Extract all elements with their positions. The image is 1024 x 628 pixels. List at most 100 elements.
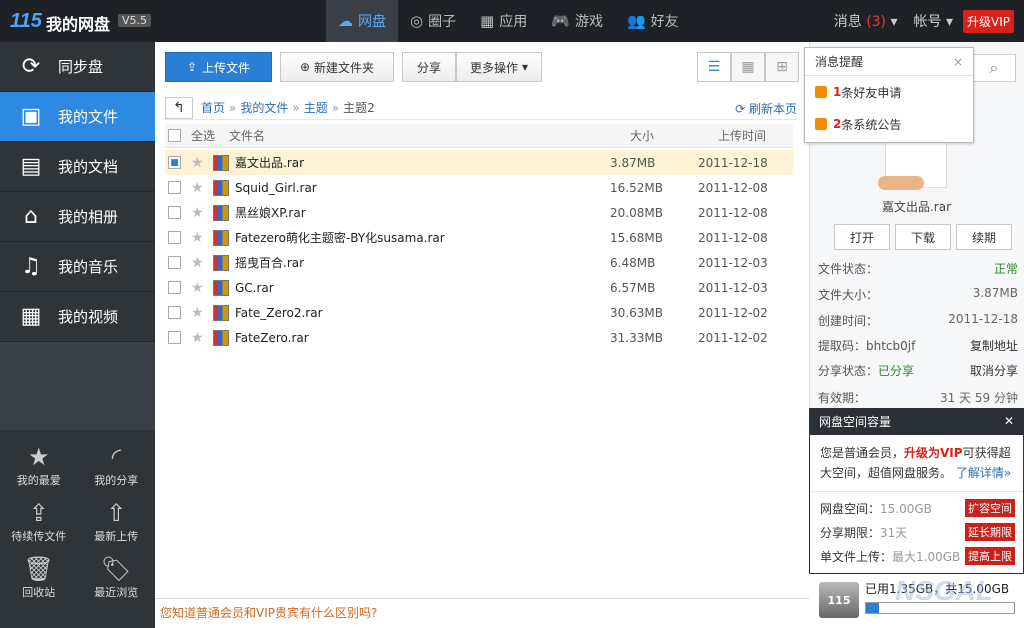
popup-item-system[interactable]: 2 条系统公告	[805, 108, 973, 140]
row-checkbox[interactable]	[168, 181, 181, 194]
account-button[interactable]: 帐号 ▾	[914, 11, 953, 31]
expand-space-button[interactable]: 扩容空间	[965, 499, 1015, 517]
table-row[interactable]: ★ Fate_Zero2.rar 30.63MB 2011-12-02	[165, 300, 793, 325]
nav-apps[interactable]: ▦ 应用	[468, 0, 539, 42]
table-row[interactable]: ★ FateZero.rar 31.33MB 2011-12-02	[165, 325, 793, 350]
file-name[interactable]: 黑丝娘XP.rar	[235, 204, 610, 221]
share-button[interactable]: 分享	[402, 52, 456, 82]
rar-file-icon	[213, 154, 229, 171]
star-icon[interactable]: ★	[191, 155, 209, 171]
grid-view-icon[interactable]: ▦	[731, 52, 765, 82]
column-header-name[interactable]: 文件名	[225, 127, 630, 144]
tool-my-share[interactable]: ◜ 我的分享	[78, 442, 156, 488]
tool-recycle-bin[interactable]: 🗑 回收站	[0, 554, 78, 600]
sidebar-item-photos[interactable]: ⌂ 我的相册	[0, 192, 155, 242]
nav-friends[interactable]: 👥 好友	[615, 0, 691, 42]
column-header-date[interactable]: 上传时间	[718, 127, 766, 144]
file-name[interactable]: Squid_Girl.rar	[235, 181, 610, 195]
sidebar-item-sync[interactable]: ⟳ 同步盘	[0, 42, 155, 92]
star-icon[interactable]: ★	[191, 330, 209, 346]
sidebar-item-files[interactable]: ▣ 我的文件	[0, 92, 155, 142]
chevron-down-icon: ▾	[521, 60, 529, 74]
popup-item-friend[interactable]: 1 条好友申请	[805, 76, 973, 108]
more-actions-button[interactable]: 更多操作 ▾	[456, 52, 542, 82]
tool-recent-upload[interactable]: ⇧ 最新上传	[78, 498, 156, 544]
nav-netdisk[interactable]: ☁ 网盘	[326, 0, 398, 42]
sidebar-item-docs[interactable]: ▤ 我的文档	[0, 142, 155, 192]
row-checkbox[interactable]: ■	[168, 156, 181, 169]
cancel-share-link[interactable]: 取消分享	[970, 362, 1018, 379]
upgrade-vip-link[interactable]: 升级为VIP	[904, 446, 963, 460]
star-icon[interactable]: ★	[191, 230, 209, 246]
renew-button[interactable]: 续期	[956, 224, 1012, 250]
star-icon[interactable]: ★	[191, 305, 209, 321]
table-row[interactable]: ★ 黑丝娘XP.rar 20.08MB 2011-12-08	[165, 200, 793, 225]
file-name[interactable]: FateZero.rar	[235, 331, 610, 345]
sidebar-item-videos[interactable]: ▦ 我的视频	[0, 292, 155, 342]
info-created: 创建时间： 2011-12-18	[818, 312, 1018, 329]
crumb-my-files[interactable]: 我的文件	[240, 99, 288, 116]
row-checkbox[interactable]	[168, 306, 181, 319]
row-checkbox[interactable]	[168, 331, 181, 344]
tool-resume-upload[interactable]: ⇪ 待续传文件	[0, 498, 78, 544]
close-icon[interactable]: ✕	[1004, 414, 1014, 428]
nav-circle[interactable]: ◎ 圈子	[398, 0, 468, 42]
star-icon[interactable]: ★	[191, 280, 209, 296]
info-label: 提取码：bhtcb0jf	[818, 339, 916, 353]
row-checkbox[interactable]	[168, 206, 181, 219]
crumb-theme[interactable]: 主题	[304, 99, 328, 116]
extend-period-button[interactable]: 延长期限	[965, 523, 1015, 541]
copy-address-link[interactable]: 复制地址	[970, 337, 1018, 354]
star-icon[interactable]: ★	[191, 205, 209, 221]
app-logo[interactable]: 115	[10, 10, 42, 33]
nav-games[interactable]: 🎮 游戏	[539, 0, 615, 42]
file-date: 2011-12-08	[698, 230, 768, 245]
table-row[interactable]: ★ Fatezero萌化主题密-BY化susama.rar 15.68MB 2011-…	[165, 225, 793, 250]
row-checkbox[interactable]	[168, 256, 181, 269]
learn-more-link[interactable]: 了解详情»	[956, 466, 1011, 480]
vip-hint-link[interactable]: 您知道普通会员和VIP贵宾有什么区别吗?	[160, 604, 377, 621]
download-button[interactable]: 下载	[895, 224, 951, 250]
table-row[interactable]: ■ ★ 嘉文出品.rar 3.87MB 2011-12-18	[165, 150, 793, 175]
file-date: 2011-12-02	[698, 330, 768, 345]
upload-button[interactable]: ⇪ 上传文件	[165, 52, 272, 82]
crumb-separator: »	[331, 100, 340, 115]
chevron-down-icon: ▾	[890, 14, 898, 30]
row-checkbox[interactable]	[168, 281, 181, 294]
new-folder-button[interactable]: ⊕ 新建文件夹	[280, 52, 394, 82]
table-row[interactable]: ★ GC.rar 6.57MB 2011-12-03	[165, 275, 793, 300]
popup-text: 条好友申请	[841, 85, 902, 100]
thumbnail-view-icon[interactable]: ⊞	[765, 52, 799, 82]
sidebar: ⟳ 同步盘 ▣ 我的文件 ▤ 我的文档 ⌂ 我的相册 ♫ 我的音乐 ▦ 我的视频 ★ 我的最爱…	[0, 42, 155, 628]
upgrade-vip-button[interactable]: 升级VIP	[963, 9, 1014, 33]
table-row[interactable]: ★ 摇曳百合.rar 6.48MB 2011-12-03	[165, 250, 793, 275]
tool-favorites[interactable]: ★ 我的最爱	[0, 442, 78, 488]
tool-recent-browse[interactable]: 🏷 最近浏览	[78, 554, 156, 600]
file-name[interactable]: 摇曳百合.rar	[235, 254, 610, 271]
raise-limit-button[interactable]: 提高上限	[965, 547, 1015, 565]
close-icon[interactable]: ×	[953, 55, 963, 69]
open-button[interactable]: 打开	[834, 224, 890, 250]
refresh-button[interactable]: ⟳ 刷新本页	[735, 100, 797, 117]
star-icon[interactable]: ★	[191, 255, 209, 271]
crumb-home[interactable]: 首页	[201, 99, 225, 116]
list-view-icon[interactable]: ☰	[697, 52, 731, 82]
crumb-separator: »	[229, 100, 237, 115]
info-value: 31 天 59 分钟	[940, 391, 1018, 405]
file-name[interactable]: Fatezero萌化主题密-BY化susama.rar	[235, 229, 610, 246]
file-name[interactable]: 嘉文出品.rar	[235, 154, 610, 171]
table-row[interactable]: ★ Squid_Girl.rar 16.52MB 2011-12-08	[165, 175, 793, 200]
back-arrow-icon[interactable]: ↰	[165, 96, 193, 119]
cap-value: 15.00GB	[880, 501, 932, 516]
briefcase-icon: ▣	[20, 104, 42, 129]
row-checkbox[interactable]	[168, 231, 181, 244]
select-all-checkbox[interactable]	[168, 129, 181, 142]
file-name[interactable]: GC.rar	[235, 281, 610, 295]
column-header-size[interactable]: 大小	[630, 127, 718, 144]
sidebar-item-music[interactable]: ♫ 我的音乐	[0, 242, 155, 292]
search-icon[interactable]: ⌕	[972, 54, 1016, 82]
messages-button[interactable]: 消息 (3) ▾	[834, 11, 898, 31]
star-icon[interactable]: ★	[191, 180, 209, 196]
file-name[interactable]: Fate_Zero2.rar	[235, 306, 610, 320]
hard-drive-icon: 115	[819, 582, 859, 618]
